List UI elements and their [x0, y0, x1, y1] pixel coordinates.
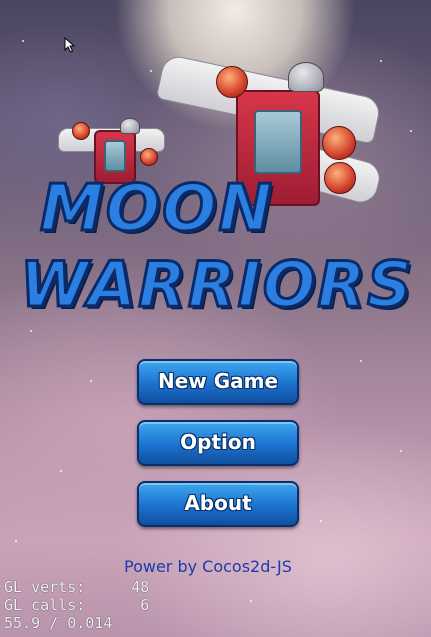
- about-button[interactable]: About: [137, 481, 299, 527]
- debug-stats: GL verts: 48 GL calls: 6 55.9 / 0.014: [4, 578, 149, 632]
- title-warriors: WARRIORS: [19, 247, 414, 323]
- mouse-cursor-icon: [64, 37, 76, 53]
- new-game-button[interactable]: New Game: [137, 359, 299, 405]
- title-moon: MOON: [38, 171, 275, 248]
- fps-row: 55.9 / 0.014: [4, 614, 113, 632]
- game-canvas[interactable]: MOON WARRIORS New Game Option About Powe…: [0, 0, 431, 637]
- gl-calls-row: GL calls: 6: [4, 596, 149, 614]
- gl-verts-row: GL verts: 48: [4, 578, 149, 596]
- gl-verts-value: 48: [131, 578, 150, 596]
- gl-calls-value: 6: [140, 596, 150, 614]
- powered-by-label: Power by Cocos2d-JS: [124, 557, 292, 576]
- gl-verts-label: GL verts:: [4, 578, 86, 596]
- option-button[interactable]: Option: [137, 420, 299, 466]
- gl-calls-label: GL calls:: [4, 596, 86, 614]
